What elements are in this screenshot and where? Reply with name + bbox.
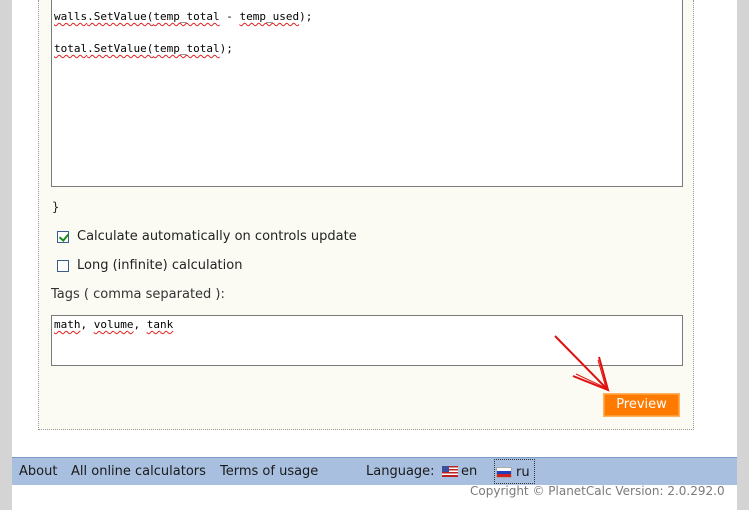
code-token: walls (54, 10, 88, 23)
language-label: Language: (366, 464, 435, 479)
code-token: .SetValue( (87, 10, 154, 23)
auto-calc-checkbox[interactable] (57, 230, 69, 243)
footer-bar: About All online calculators Terms of us… (12, 457, 737, 485)
long-calc-option[interactable]: Long (infinite) calculation (57, 258, 242, 273)
long-calc-checkbox[interactable] (57, 259, 69, 272)
code-token: total (54, 42, 88, 55)
tag-token: volume (93, 318, 134, 331)
copyright-text: Copyright © PlanetCalc Version: 2.0.292.… (470, 484, 725, 498)
code-token: - (219, 10, 240, 23)
ru-flag-icon (496, 467, 512, 478)
us-flag-icon[interactable] (442, 466, 458, 477)
code-editor[interactable]: walls.SetValue(temp_total - temp_used); … (51, 0, 683, 187)
auto-calc-option[interactable]: Calculate automatically on controls upda… (57, 229, 357, 244)
about-link[interactable]: About (19, 464, 57, 479)
code-token: ); (299, 10, 313, 23)
preview-button[interactable]: Preview (603, 393, 680, 417)
closing-brace: } (52, 200, 60, 214)
long-calc-label: Long (infinite) calculation (77, 258, 243, 273)
lang-ru-selected[interactable]: ru (494, 459, 535, 484)
code-line-2: total.SetValue(temp_total); (54, 42, 233, 55)
code-token: temp_total (153, 10, 220, 23)
tag-token: tank (146, 318, 174, 331)
lang-en-link[interactable]: en (461, 464, 477, 479)
tags-label: Tags ( comma separated ): (51, 287, 225, 302)
code-token: ); (219, 42, 233, 55)
code-token: .SetValue( (87, 42, 154, 55)
terms-link[interactable]: Terms of usage (220, 464, 318, 479)
red-arrow-annotation (554, 335, 610, 392)
tag-separator: , (80, 318, 94, 331)
tag-separator: , (133, 318, 147, 331)
all-calculators-link[interactable]: All online calculators (71, 464, 206, 479)
auto-calc-label: Calculate automatically on controls upda… (77, 229, 357, 244)
tag-token: math (54, 318, 81, 331)
code-token: temp_total (153, 42, 220, 55)
code-token: temp_used (239, 10, 300, 23)
code-line-1: walls.SetValue(temp_total - temp_used); (54, 10, 312, 23)
lang-ru-link[interactable]: ru (516, 465, 530, 480)
